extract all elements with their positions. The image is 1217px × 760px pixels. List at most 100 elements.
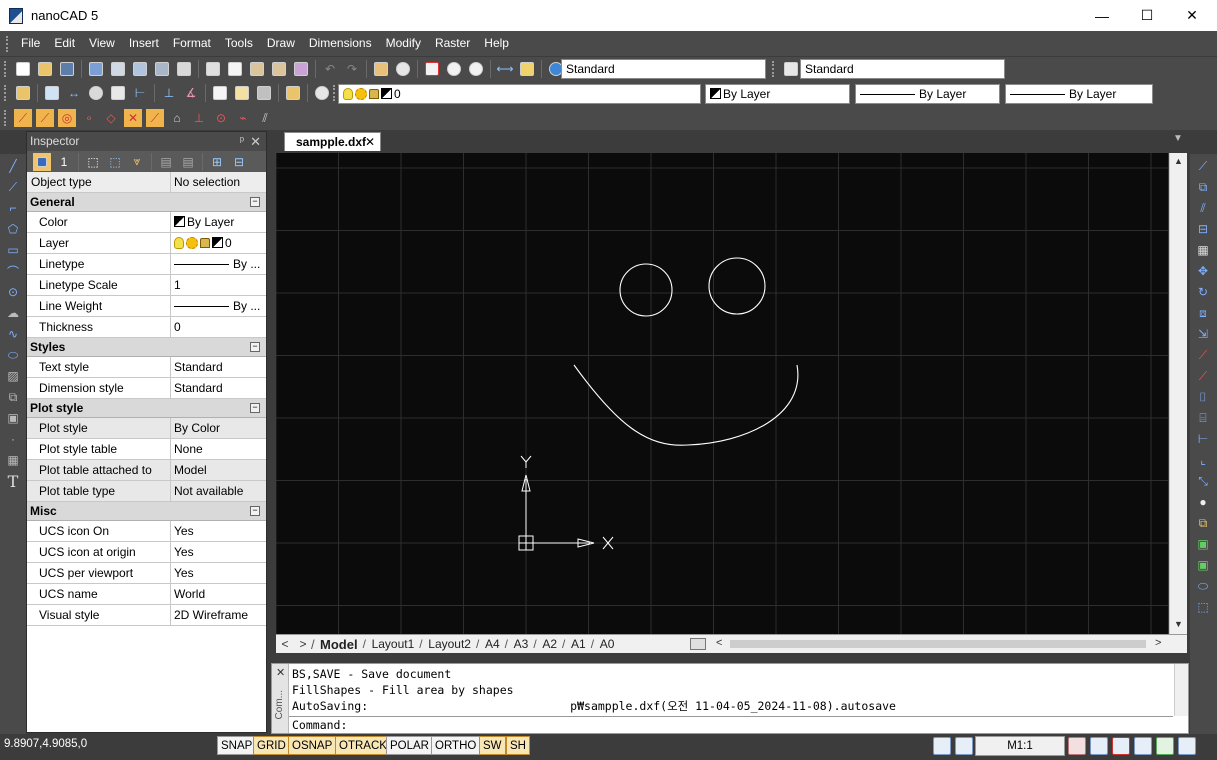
dim-leader-icon[interactable]: ∡ — [182, 84, 200, 102]
collapse-icon[interactable]: − — [250, 342, 260, 352]
join-icon[interactable]: ⌸ — [1194, 409, 1212, 427]
section-header-styles[interactable]: Styles − — [27, 338, 266, 357]
dim-style-icon[interactable] — [782, 60, 800, 78]
redo-icon[interactable]: ↷ — [343, 60, 361, 78]
regen-icon[interactable] — [1156, 737, 1174, 755]
block-define-icon[interactable] — [233, 84, 251, 102]
toolbar-grip[interactable] — [4, 61, 7, 77]
arc-icon[interactable]: ⌒ — [4, 262, 22, 280]
property-value[interactable]: 1 — [171, 275, 266, 295]
plot-icon[interactable] — [131, 60, 149, 78]
point-icon[interactable]: · — [4, 430, 22, 448]
toolbar-grip[interactable] — [6, 35, 9, 52]
color-select[interactable]: By Layer — [705, 84, 850, 104]
text-icon[interactable]: T — [4, 472, 22, 491]
save-icon[interactable] — [58, 60, 76, 78]
collapse-icon[interactable]: − — [250, 403, 260, 413]
break-icon[interactable]: ⌷ — [1194, 388, 1212, 406]
ungroup-icon[interactable]: ▣ — [1194, 556, 1212, 574]
chamfer-icon[interactable]: ⊢ — [1194, 430, 1212, 448]
filter-icon[interactable]: ⩔ — [128, 153, 146, 171]
menu-modify[interactable]: Modify — [379, 31, 428, 56]
collapse-icon[interactable]: − — [250, 506, 260, 516]
dim-baseline-icon[interactable]: ⊢ — [131, 84, 149, 102]
pan-icon[interactable] — [372, 60, 390, 78]
property-row-ucs-icon-on[interactable]: UCS icon On Yes — [27, 521, 266, 542]
property-row-ucs-icon-at-origin[interactable]: UCS icon at origin Yes — [27, 542, 266, 563]
annotation-scale[interactable]: M1:1 — [975, 736, 1065, 756]
property-row-ucs-name[interactable]: UCS name World — [27, 584, 266, 605]
property-value[interactable]: Standard — [171, 357, 266, 377]
zoom-window-icon[interactable] — [423, 60, 441, 78]
offset-icon[interactable]: ⊟ — [1194, 220, 1212, 238]
image-icon[interactable]: ▣ — [4, 409, 22, 427]
property-row-plot-table-attached-to[interactable]: Plot table attached to Model — [27, 460, 266, 481]
measure-icon[interactable] — [518, 60, 536, 78]
status-toggle-ortho[interactable]: ORTHO — [431, 736, 481, 755]
status-toggle-snap[interactable]: SNAP — [217, 736, 257, 755]
property-value[interactable]: Standard — [171, 378, 266, 398]
snap-insertion-icon[interactable]: ⌂ — [168, 109, 186, 127]
collapse-icon[interactable]: − — [250, 197, 260, 207]
layer-manager-icon[interactable] — [14, 84, 32, 102]
zoom-previous-icon[interactable] — [445, 60, 463, 78]
fillet-icon[interactable]: ⌞ — [1194, 451, 1212, 469]
layout-tab-layout1[interactable]: Layout1 — [363, 637, 421, 652]
left-eye-circle[interactable] — [619, 263, 673, 317]
prev-layout-icon[interactable]: < — [276, 637, 294, 651]
group-icon[interactable]: ▣ — [1194, 535, 1212, 553]
move-icon[interactable]: ✥ — [1194, 262, 1212, 280]
scroll-right-icon[interactable]: > — [1155, 637, 1161, 649]
menu-edit[interactable]: Edit — [47, 31, 82, 56]
region-icon[interactable]: ⬭ — [1194, 577, 1212, 595]
expand-all-icon[interactable]: ⊞ — [208, 153, 226, 171]
menu-help[interactable]: Help — [477, 31, 516, 56]
property-value[interactable]: Yes — [171, 563, 266, 583]
property-row-linetype[interactable]: Linetype By ... — [27, 254, 266, 275]
property-value[interactable]: Not available — [171, 481, 266, 501]
status-toggle-polar[interactable]: POLAR — [386, 736, 433, 755]
circle-icon[interactable]: ⊙ — [4, 283, 22, 301]
property-row-thickness[interactable]: Thickness 0 — [27, 317, 266, 338]
scroll-up-icon[interactable]: ▲ — [1174, 156, 1183, 166]
right-eye-circle[interactable] — [708, 257, 766, 315]
property-value[interactable]: Yes — [171, 542, 266, 562]
section-header-general[interactable]: General − — [27, 193, 266, 212]
revcloud-icon[interactable]: ☁ — [4, 304, 22, 322]
property-value[interactable]: 0 — [171, 233, 266, 253]
horizontal-scrollbar[interactable]: < > — [716, 637, 1166, 650]
property-row-plot-style[interactable]: Plot style By Color — [27, 418, 266, 439]
property-value[interactable]: By ... — [171, 296, 266, 316]
smile-arc[interactable] — [573, 364, 799, 446]
property-value[interactable]: None — [171, 439, 266, 459]
array-icon[interactable]: ▦ — [1194, 241, 1212, 259]
property-value[interactable]: By Layer — [171, 212, 266, 232]
status-toggle-osnap[interactable]: OSNAP — [288, 736, 337, 755]
layout-tab-a0[interactable]: A0 — [591, 637, 621, 652]
status-toggle-sh[interactable]: SH — [506, 736, 530, 755]
snap-midpoint-icon[interactable]: ⟋ — [36, 109, 54, 127]
layout-tab-a2[interactable]: A2 — [533, 637, 563, 652]
cut-icon[interactable] — [204, 60, 222, 78]
status-toggle-sw[interactable]: SW — [479, 736, 506, 755]
extend-icon[interactable]: ⟋ — [1194, 367, 1212, 385]
property-row-plot-style-table[interactable]: Plot style table None — [27, 439, 266, 460]
snap-extension-icon[interactable]: ⟋ — [146, 109, 164, 127]
status-toggle-grid[interactable]: GRID — [253, 736, 290, 755]
erase-icon[interactable]: ⟋ — [1194, 157, 1212, 175]
bomb-icon[interactable]: ● — [1194, 493, 1212, 511]
snap-parallel-icon[interactable]: ⫽ — [256, 109, 274, 127]
pin-icon[interactable]: ᵖ — [240, 132, 244, 151]
rectangle-icon[interactable]: ▭ — [4, 241, 22, 259]
linetype-select[interactable]: By Layer — [855, 84, 1000, 104]
zoom-status-icon[interactable] — [1090, 737, 1108, 755]
menu-file[interactable]: File — [14, 31, 47, 56]
document-tab[interactable]: sampple.dxf ✕ — [284, 132, 381, 151]
command-scrollbar[interactable] — [1174, 664, 1188, 716]
scroll-thumb[interactable] — [730, 640, 1146, 648]
block-insert-icon[interactable] — [211, 84, 229, 102]
paste-special-icon[interactable] — [270, 60, 288, 78]
property-row-text-style[interactable]: Text style Standard — [27, 357, 266, 378]
zoom-realtime-icon[interactable] — [394, 60, 412, 78]
copy-icon[interactable] — [226, 60, 244, 78]
